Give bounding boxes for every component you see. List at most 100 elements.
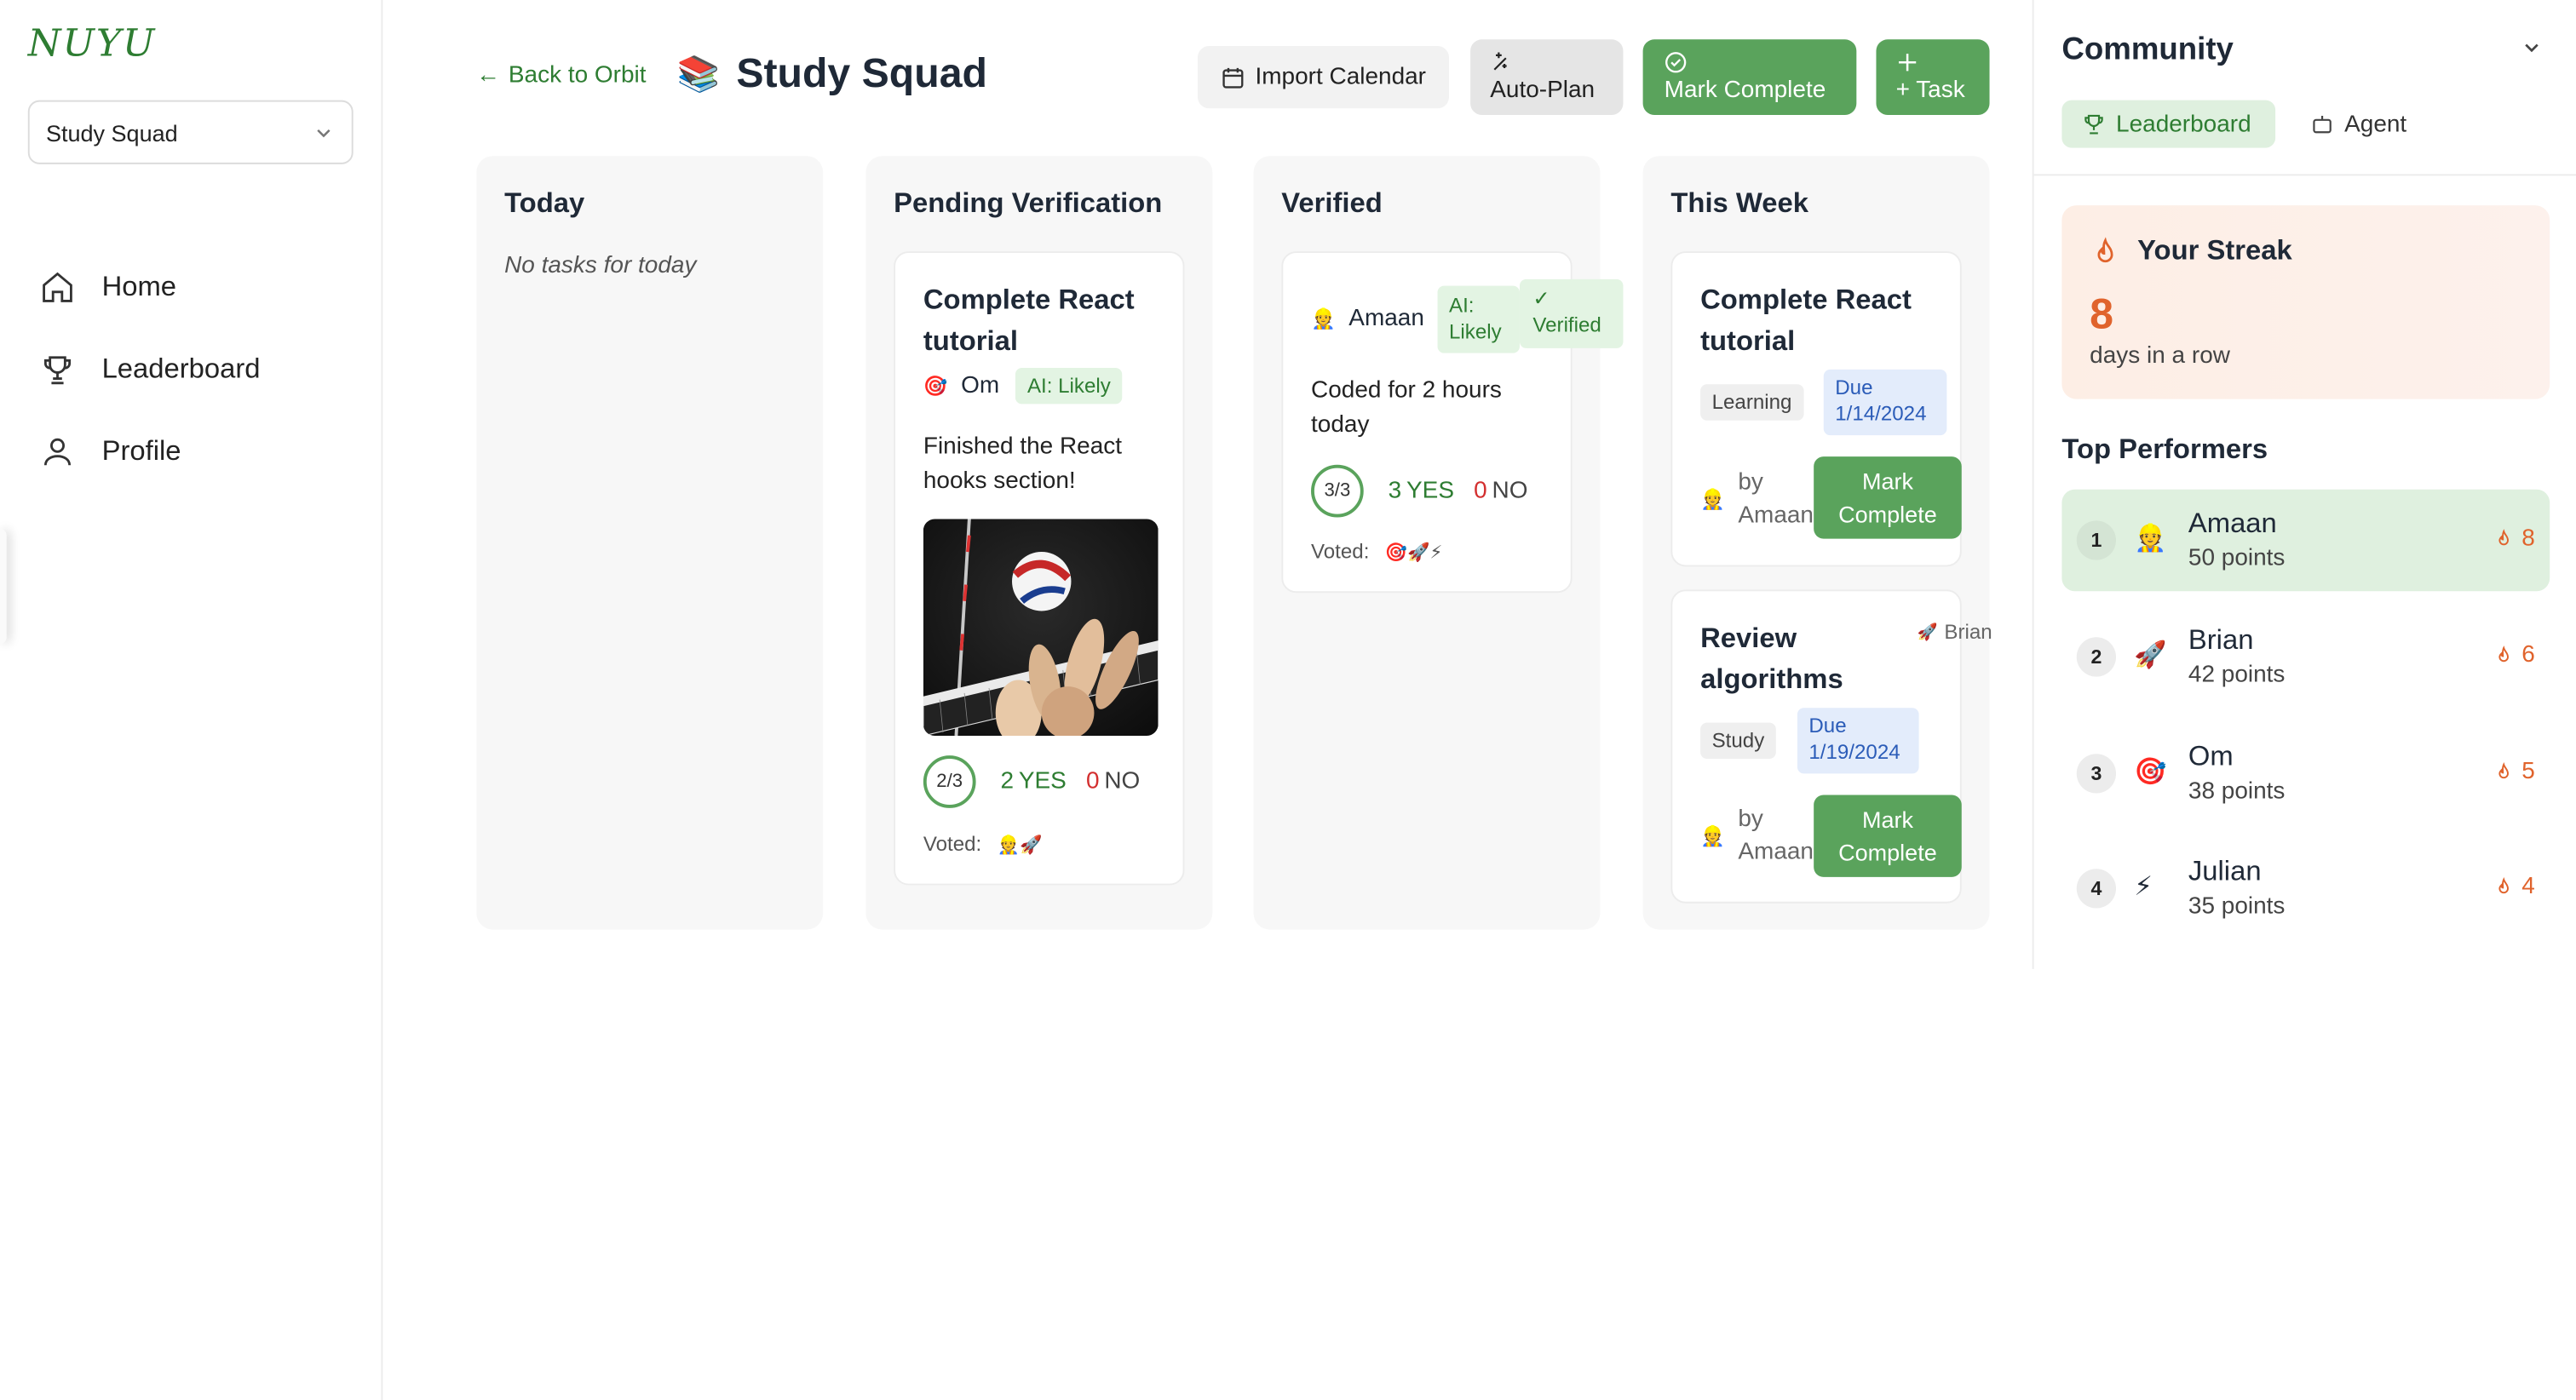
due-date: 1/19/2024 bbox=[1808, 740, 1900, 764]
community-title: Community bbox=[2061, 32, 2234, 68]
streak-subtitle: days in a row bbox=[2090, 343, 2230, 370]
nav-item-leaderboard[interactable]: Leaderboard bbox=[39, 329, 261, 410]
worker-icon: 👷 bbox=[1700, 824, 1725, 848]
streak-value: 8 bbox=[2090, 289, 2114, 339]
streak-heading: Your Streak bbox=[2090, 235, 2292, 268]
app-logo[interactable]: NUYU bbox=[28, 23, 157, 66]
due-date-badge: Due 1/14/2024 bbox=[1823, 369, 1947, 436]
task-card[interactable]: Complete React tutorial 🎯 Om AI: Likely … bbox=[894, 251, 1185, 886]
auto-plan-label: Auto-Plan bbox=[1490, 77, 1596, 104]
back-to-orbit-link[interactable]: ← Back to Orbit bbox=[476, 62, 646, 89]
column-title: Verified bbox=[1281, 186, 1383, 219]
due-label: Due bbox=[1808, 714, 1847, 737]
rank-badge: 2 bbox=[2076, 637, 2117, 677]
nav-item-home[interactable]: Home bbox=[39, 246, 260, 328]
performer-name: Julian bbox=[2188, 855, 2262, 887]
due-date-badge: Due 1/19/2024 bbox=[1797, 708, 1919, 774]
nav-item-label: Home bbox=[101, 271, 177, 302]
nav-item-label: Leaderboard bbox=[101, 353, 261, 385]
voted-label: Voted: bbox=[923, 832, 982, 856]
by-label: by bbox=[1738, 806, 1763, 833]
voted-row: Voted: 🎯🚀⚡ bbox=[1311, 541, 1442, 564]
flame-icon bbox=[2498, 877, 2509, 894]
left-sidebar: NUYU Study Squad Home Leaderboard Profil… bbox=[0, 0, 383, 1400]
performer-row[interactable]: 2 🚀 Brian 42 points 6 bbox=[2061, 606, 2550, 709]
auto-plan-button[interactable]: Auto-Plan bbox=[1470, 39, 1624, 116]
nav-item-profile[interactable]: Profile bbox=[39, 410, 260, 492]
chevron-down-icon[interactable] bbox=[2520, 36, 2543, 59]
tab-agent[interactable]: Agent bbox=[2310, 100, 2407, 148]
squad-selector[interactable]: Study Squad bbox=[27, 100, 354, 164]
tab-leaderboard[interactable]: Leaderboard bbox=[2061, 100, 2276, 148]
mark-complete-label: Mark Complete bbox=[1664, 77, 1826, 104]
verified-badge: ✓ Verified bbox=[1519, 278, 1624, 348]
task-card[interactable]: 👷 Amaan AI: Likely ✓ Verified Coded for … bbox=[1281, 251, 1624, 594]
no-count: 0 bbox=[1474, 478, 1487, 505]
no-label: NO bbox=[1104, 768, 1141, 795]
mark-complete-button[interactable]: Mark Complete bbox=[1814, 456, 1962, 539]
tab-label: Agent bbox=[2344, 111, 2407, 138]
category-tag: Study bbox=[1700, 722, 1776, 760]
chevron-down-icon bbox=[317, 128, 331, 137]
no-votes: 0 NO bbox=[1086, 769, 1140, 795]
performer-streak: 6 bbox=[2493, 642, 2535, 668]
column-this-week: This Week Complete React tutorial Learni… bbox=[1642, 156, 1992, 930]
calendar-icon bbox=[1222, 66, 1244, 88]
flame-icon bbox=[2498, 762, 2509, 779]
performer-points: 50 points bbox=[2188, 545, 2286, 572]
community-panel: Community Leaderboard Agent Your Streak … bbox=[2032, 0, 2576, 969]
yes-count: 3 bbox=[1388, 478, 1402, 505]
streak-title: Your Streak bbox=[2137, 234, 2292, 267]
add-task-button[interactable]: + Task bbox=[1876, 39, 1990, 116]
ai-badge-line: Likely bbox=[1449, 320, 1502, 344]
main-nav: Home Leaderboard Profile bbox=[39, 246, 261, 492]
flame-icon bbox=[2498, 529, 2509, 546]
voted-row: Voted: 👷🚀 bbox=[923, 833, 1043, 856]
assignee-tag: 🚀 Brian bbox=[1918, 621, 1992, 644]
by-label: by bbox=[1738, 469, 1763, 496]
performer-row[interactable]: 1 👷 Amaan 50 points 8 bbox=[2061, 489, 2550, 592]
by-user: Amaan bbox=[1738, 502, 1814, 530]
yes-label: YES bbox=[1018, 768, 1067, 795]
robot-icon bbox=[2313, 115, 2332, 134]
mark-complete-button[interactable]: Mark Complete bbox=[1642, 39, 1857, 116]
empty-state-text: No tasks for today bbox=[504, 253, 697, 279]
sparkle-icon bbox=[1493, 52, 1507, 71]
no-label: NO bbox=[1492, 478, 1528, 505]
streak-count: 6 bbox=[2521, 642, 2535, 668]
column-pending-verification: Pending Verification Complete React tuto… bbox=[865, 156, 1213, 930]
vote-summary: 2/3 2 YES 0 NO bbox=[923, 755, 1140, 808]
performer-points: 38 points bbox=[2188, 778, 2286, 806]
performer-row[interactable]: 4 ⚡ Julian 35 points 4 bbox=[2061, 838, 2550, 940]
rank-badge: 3 bbox=[2076, 754, 2117, 794]
trophy-icon bbox=[2084, 114, 2103, 135]
mark-complete-button[interactable]: Mark Complete bbox=[1814, 795, 1962, 877]
user-icon bbox=[43, 438, 72, 466]
avatar: ⚡ bbox=[2134, 874, 2153, 902]
streak-count: 8 bbox=[2521, 525, 2535, 553]
home-icon bbox=[43, 272, 72, 302]
streak-card: Your Streak 8 days in a row bbox=[2061, 205, 2550, 399]
yes-votes: 3 YES bbox=[1389, 478, 1454, 504]
page-title: 📚 Study Squad bbox=[677, 51, 987, 99]
task-card[interactable]: Review algorithms 🚀 Brian Study Due 1/19… bbox=[1670, 589, 1992, 904]
books-icon: 📚 bbox=[676, 55, 721, 93]
performer-name: Om bbox=[2188, 740, 2234, 772]
yes-label: YES bbox=[1406, 478, 1454, 505]
performer-streak: 8 bbox=[2493, 525, 2535, 553]
import-calendar-label: Import Calendar bbox=[1255, 64, 1426, 91]
performer-row[interactable]: 3 🎯 Om 38 points 5 bbox=[2061, 723, 2550, 825]
ai-badge-line: AI: bbox=[1449, 294, 1475, 318]
created-by-row: 👷 by Amaan bbox=[1700, 467, 1814, 532]
proof-image[interactable] bbox=[923, 519, 1159, 737]
divider bbox=[2033, 174, 2576, 176]
yes-count: 2 bbox=[1000, 768, 1015, 795]
created-by-row: 👷 by Amaan bbox=[1700, 803, 1814, 869]
column-title: Today bbox=[504, 186, 585, 219]
flame-icon bbox=[2498, 645, 2509, 663]
sidebar-collapse-handle[interactable] bbox=[0, 529, 7, 645]
task-card[interactable]: Complete React tutorial Learning Due 1/1… bbox=[1670, 251, 1962, 567]
assignee-name: Brian bbox=[1944, 621, 1992, 645]
page-title-text: Study Squad bbox=[736, 50, 987, 97]
import-calendar-button[interactable]: Import Calendar bbox=[1197, 46, 1450, 109]
